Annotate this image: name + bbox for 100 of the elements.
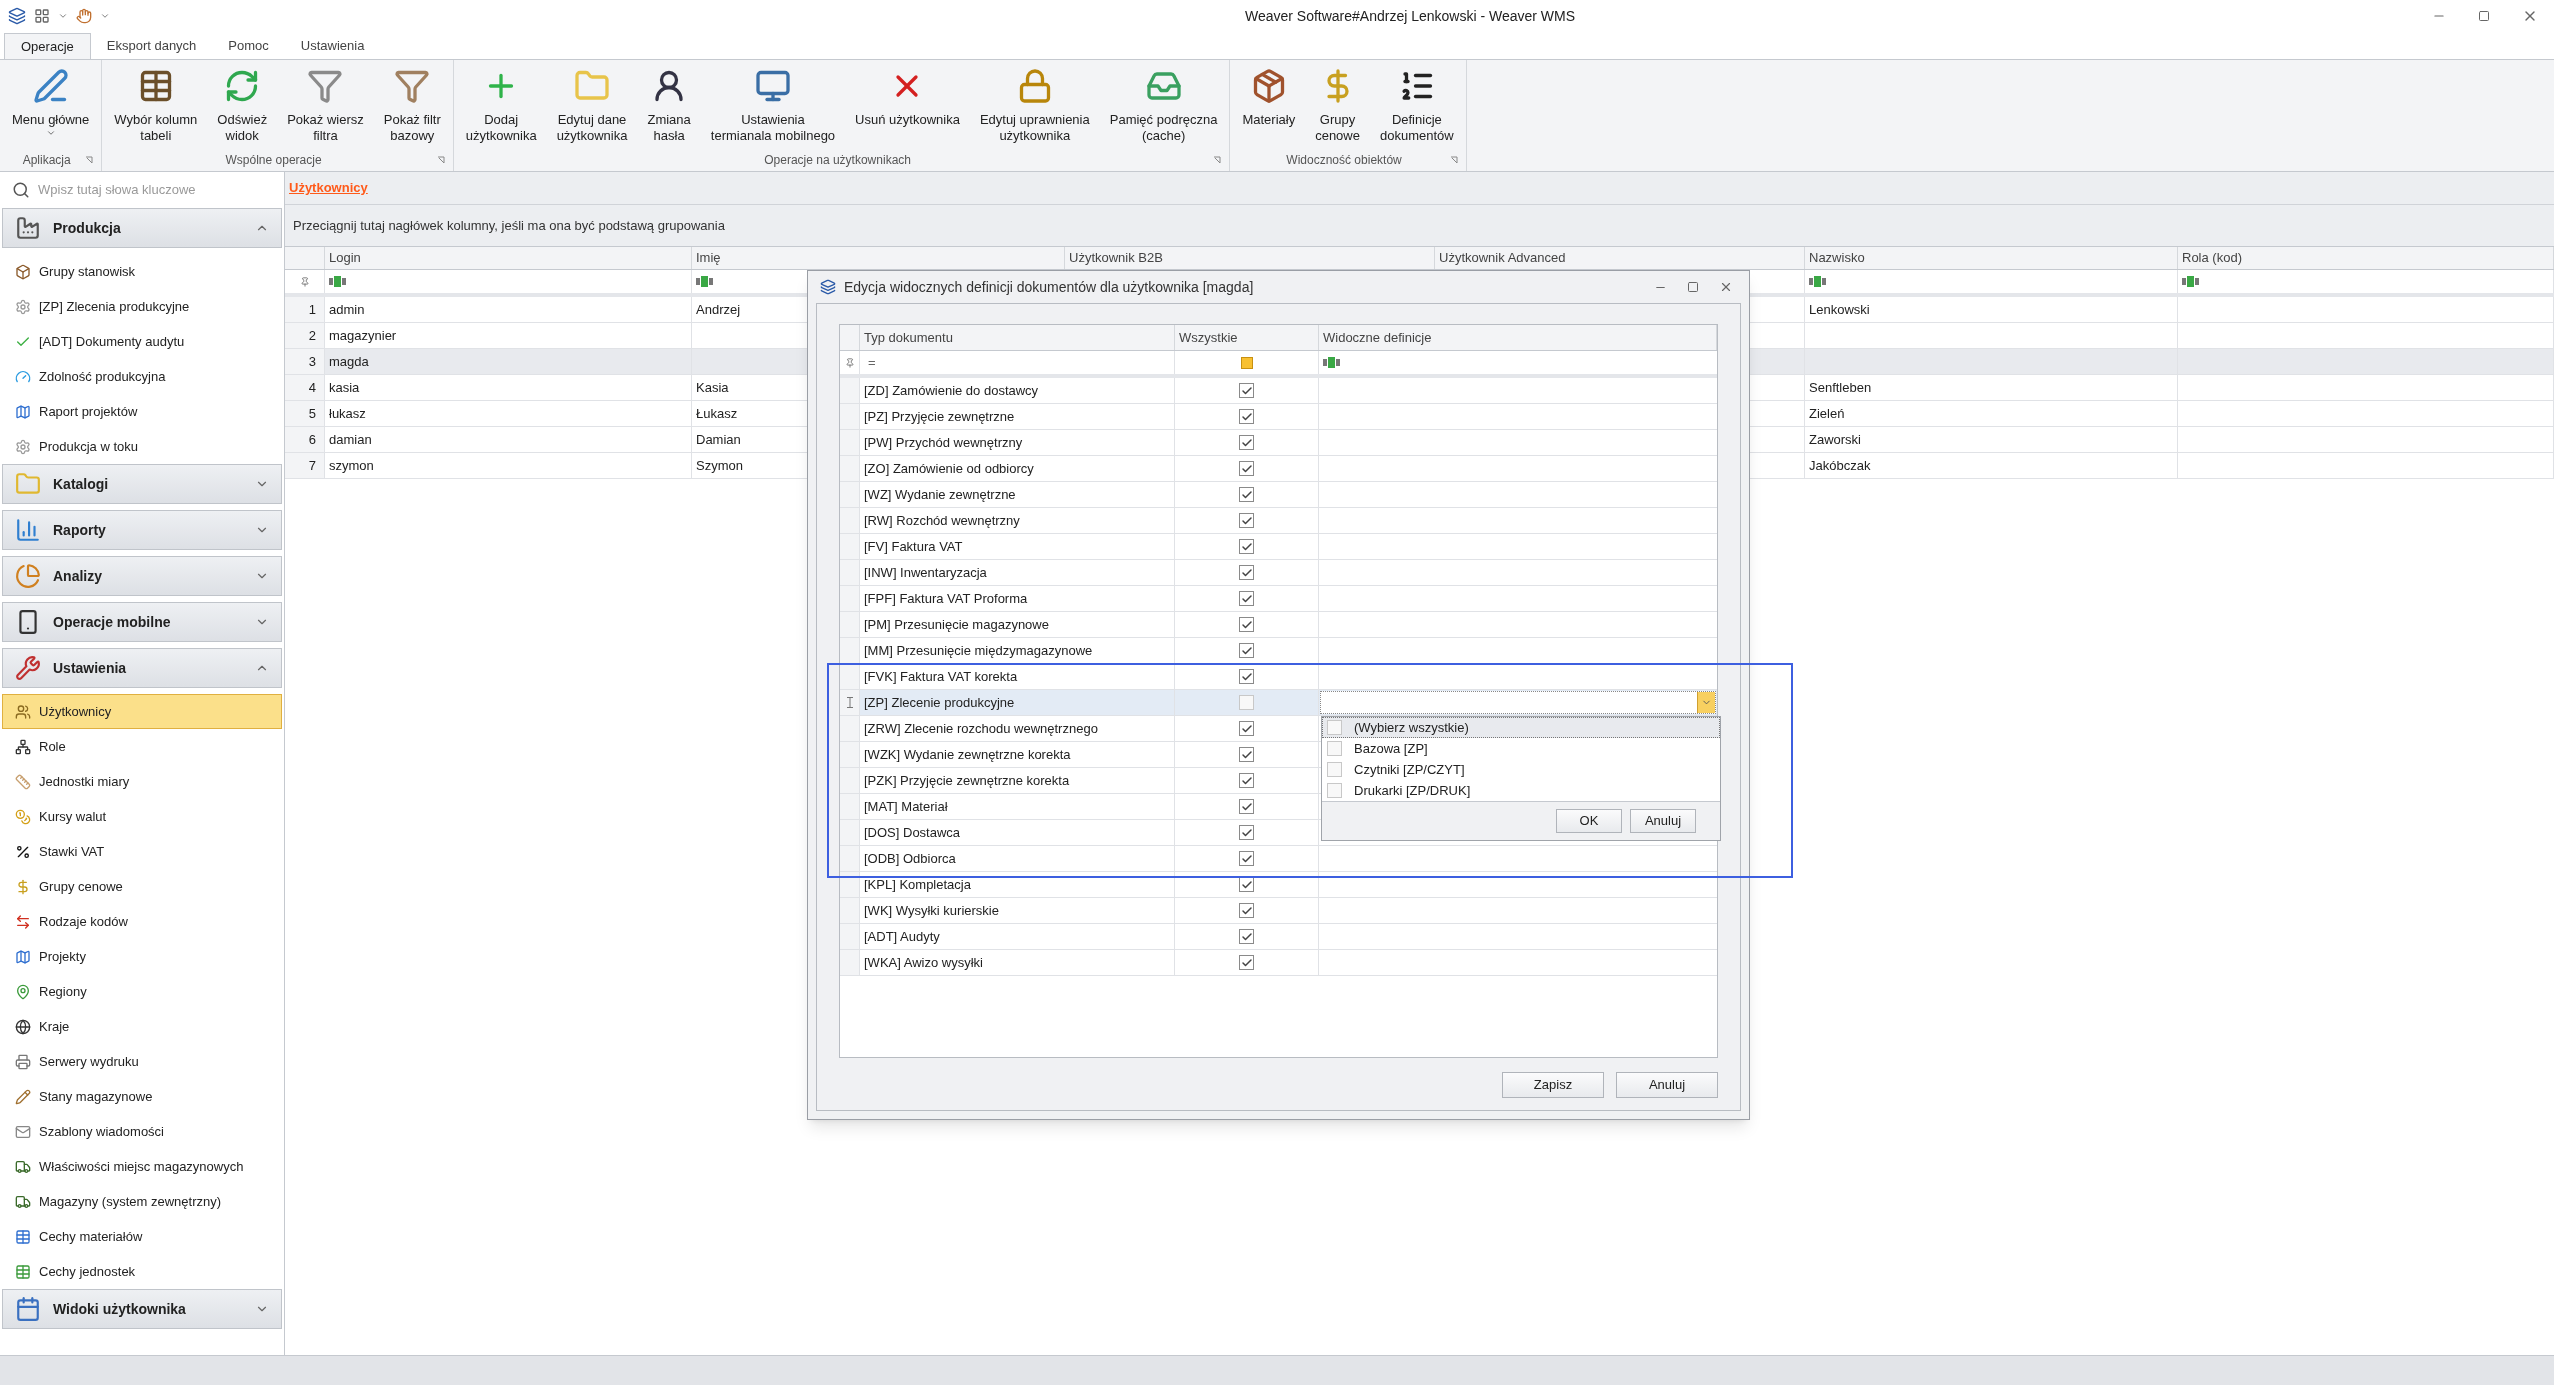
checkbox[interactable] <box>1239 383 1254 398</box>
ribbon-button[interactable]: Grupy cenowe <box>1307 68 1368 144</box>
navigation-item[interactable]: Zdolność produkcyjna <box>2 359 282 394</box>
navigation-item[interactable]: [ADT] Dokumenty audytu <box>2 324 282 359</box>
checkbox[interactable] <box>1239 435 1254 450</box>
column-header[interactable]: Rola (kod) <box>2182 248 2242 268</box>
navigation-item[interactable]: Projekty <box>2 939 282 974</box>
ribbon-button[interactable]: Pamięć podręczna (cache) <box>1101 68 1226 144</box>
text-filter-icon[interactable] <box>1323 357 1341 368</box>
ribbon-tab[interactable]: Eksport danych <box>90 33 213 59</box>
checkbox[interactable] <box>1239 617 1254 632</box>
expand-corner-icon[interactable] <box>85 156 94 164</box>
checkbox[interactable] <box>1239 513 1254 528</box>
dropdown-option[interactable]: Bazowa [ZP] <box>1322 738 1720 759</box>
hand-icon[interactable] <box>76 8 92 24</box>
ribbon-button[interactable]: Usuń użytkownika <box>847 68 968 128</box>
navigation-item[interactable]: Role <box>2 729 282 764</box>
navigation-group-header[interactable]: Produkcja <box>2 208 282 248</box>
column-header[interactable]: Nazwisko <box>1809 248 1865 268</box>
dialog-button[interactable]: Zapisz <box>1502 1072 1604 1098</box>
ribbon-button[interactable]: Edytuj uprawnienia użytkownika <box>971 68 1098 144</box>
navigation-item[interactable]: Kraje <box>2 1009 282 1044</box>
checkbox[interactable] <box>1239 409 1254 424</box>
text-filter-icon[interactable] <box>329 276 347 287</box>
checkbox[interactable] <box>1239 903 1254 918</box>
navigation-item[interactable]: Produkcja w toku <box>2 429 282 464</box>
checkbox[interactable] <box>1239 643 1254 658</box>
checkbox[interactable] <box>1327 783 1342 798</box>
navigation-item[interactable]: Cechy materiałów <box>2 1219 282 1254</box>
checkbox[interactable] <box>1239 825 1254 840</box>
popup-button[interactable]: Anuluj <box>1630 809 1696 833</box>
expand-corner-icon[interactable] <box>1213 156 1222 164</box>
navigation-item[interactable]: Grupy cenowe <box>2 869 282 904</box>
checkbox[interactable] <box>1239 539 1254 554</box>
text-filter-icon[interactable] <box>696 276 714 287</box>
ribbon-tab[interactable]: Operacje <box>4 33 91 59</box>
checkbox[interactable] <box>1327 741 1342 756</box>
navigation-item[interactable]: Serwery wydruku <box>2 1044 282 1079</box>
checkbox[interactable] <box>1239 487 1254 502</box>
ribbon-button[interactable]: Ustawienia termianala mobilnego <box>702 68 844 144</box>
column-header[interactable]: Wszystkie <box>1179 327 1238 348</box>
checkbox[interactable] <box>1239 461 1254 476</box>
ribbon-tab[interactable]: Pomoc <box>212 33 285 59</box>
column-header[interactable]: Użytkownik B2B <box>1069 248 1163 268</box>
column-header[interactable]: Typ dokumentu <box>864 327 953 348</box>
navigation-group-header[interactable]: Ustawienia <box>2 648 282 688</box>
navigation-group-header[interactable]: Katalogi <box>2 464 282 504</box>
navigation-item[interactable]: Magazyny (system zewnętrzny) <box>2 1184 282 1219</box>
navigation-item[interactable]: Stany magazynowe <box>2 1079 282 1114</box>
text-filter-icon[interactable] <box>1809 276 1827 287</box>
checkbox[interactable] <box>1239 695 1254 710</box>
ribbon-tab[interactable]: Ustawienia <box>284 33 381 59</box>
ribbon-button[interactable]: Pokaż filtr bazowy <box>375 68 449 144</box>
caret-icon[interactable] <box>100 11 110 21</box>
navigation-group-header[interactable]: Raporty <box>2 510 282 550</box>
checkbox[interactable] <box>1239 955 1254 970</box>
dialog-button[interactable]: Anuluj <box>1616 1072 1718 1098</box>
ribbon-button[interactable]: Wybór kolumn tabeli <box>106 68 206 144</box>
checkbox[interactable] <box>1327 762 1342 777</box>
close-icon[interactable] <box>1719 280 1733 294</box>
checkbox[interactable] <box>1239 929 1254 944</box>
navigation-item[interactable]: Stawki VAT <box>2 834 282 869</box>
navigation-item[interactable]: Raport projektów <box>2 394 282 429</box>
navigation-item[interactable]: Cechy jednostek <box>2 1254 282 1289</box>
ribbon-button[interactable]: Pokaż wiersz filtra <box>279 68 372 144</box>
layout-icon[interactable] <box>34 8 50 24</box>
checkbox[interactable] <box>1239 773 1254 788</box>
checkbox[interactable] <box>1239 851 1254 866</box>
expand-corner-icon[interactable] <box>436 156 445 164</box>
text-filter-icon[interactable] <box>2182 276 2200 287</box>
checkbox[interactable] <box>1239 799 1254 814</box>
maximize-icon[interactable] <box>1687 281 1699 293</box>
navigation-item[interactable]: Jednostki miary <box>2 764 282 799</box>
column-header[interactable]: Widoczne definicje <box>1323 327 1432 348</box>
caret-icon[interactable] <box>58 11 68 21</box>
ribbon-button[interactable]: Definicje dokumentów <box>1371 68 1462 144</box>
column-header[interactable]: Login <box>329 248 361 268</box>
navigation-item[interactable]: Użytkownicy <box>2 694 282 729</box>
navigation-item[interactable]: [ZP] Zlecenia produkcyjne <box>2 289 282 324</box>
search-field[interactable]: Wpisz tutaj słowa kluczowe <box>38 180 272 200</box>
popup-button[interactable]: OK <box>1556 809 1622 833</box>
column-header[interactable]: Użytkownik Advanced <box>1439 248 1566 268</box>
filter-checkbox[interactable] <box>1240 356 1253 369</box>
dropdown-field[interactable] <box>1320 691 1716 714</box>
ribbon-button[interactable]: Materiały <box>1234 68 1304 128</box>
expand-corner-icon[interactable] <box>1449 156 1458 164</box>
navigation-item[interactable]: Kursy walut <box>2 799 282 834</box>
ribbon-button[interactable]: Dodaj użytkownika <box>457 68 545 144</box>
dropdown-option[interactable]: Czytniki [ZP/CZYT] <box>1322 759 1720 780</box>
filter-operator[interactable]: = <box>868 352 876 373</box>
navigation-item[interactable]: Grupy stanowisk <box>2 254 282 289</box>
checkbox[interactable] <box>1239 669 1254 684</box>
checkbox[interactable] <box>1239 565 1254 580</box>
navigation-group-header[interactable]: Analizy <box>2 556 282 596</box>
ribbon-button[interactable]: Menu główne <box>4 68 98 138</box>
column-header[interactable]: Imię <box>696 248 721 268</box>
navigation-group-header[interactable]: Operacje mobilne <box>2 602 282 642</box>
maximize-icon[interactable] <box>2478 10 2490 22</box>
navigation-item[interactable]: Właściwości miejsc magazynowych <box>2 1149 282 1184</box>
dropdown-option[interactable]: (Wybierz wszystkie) <box>1322 717 1720 738</box>
